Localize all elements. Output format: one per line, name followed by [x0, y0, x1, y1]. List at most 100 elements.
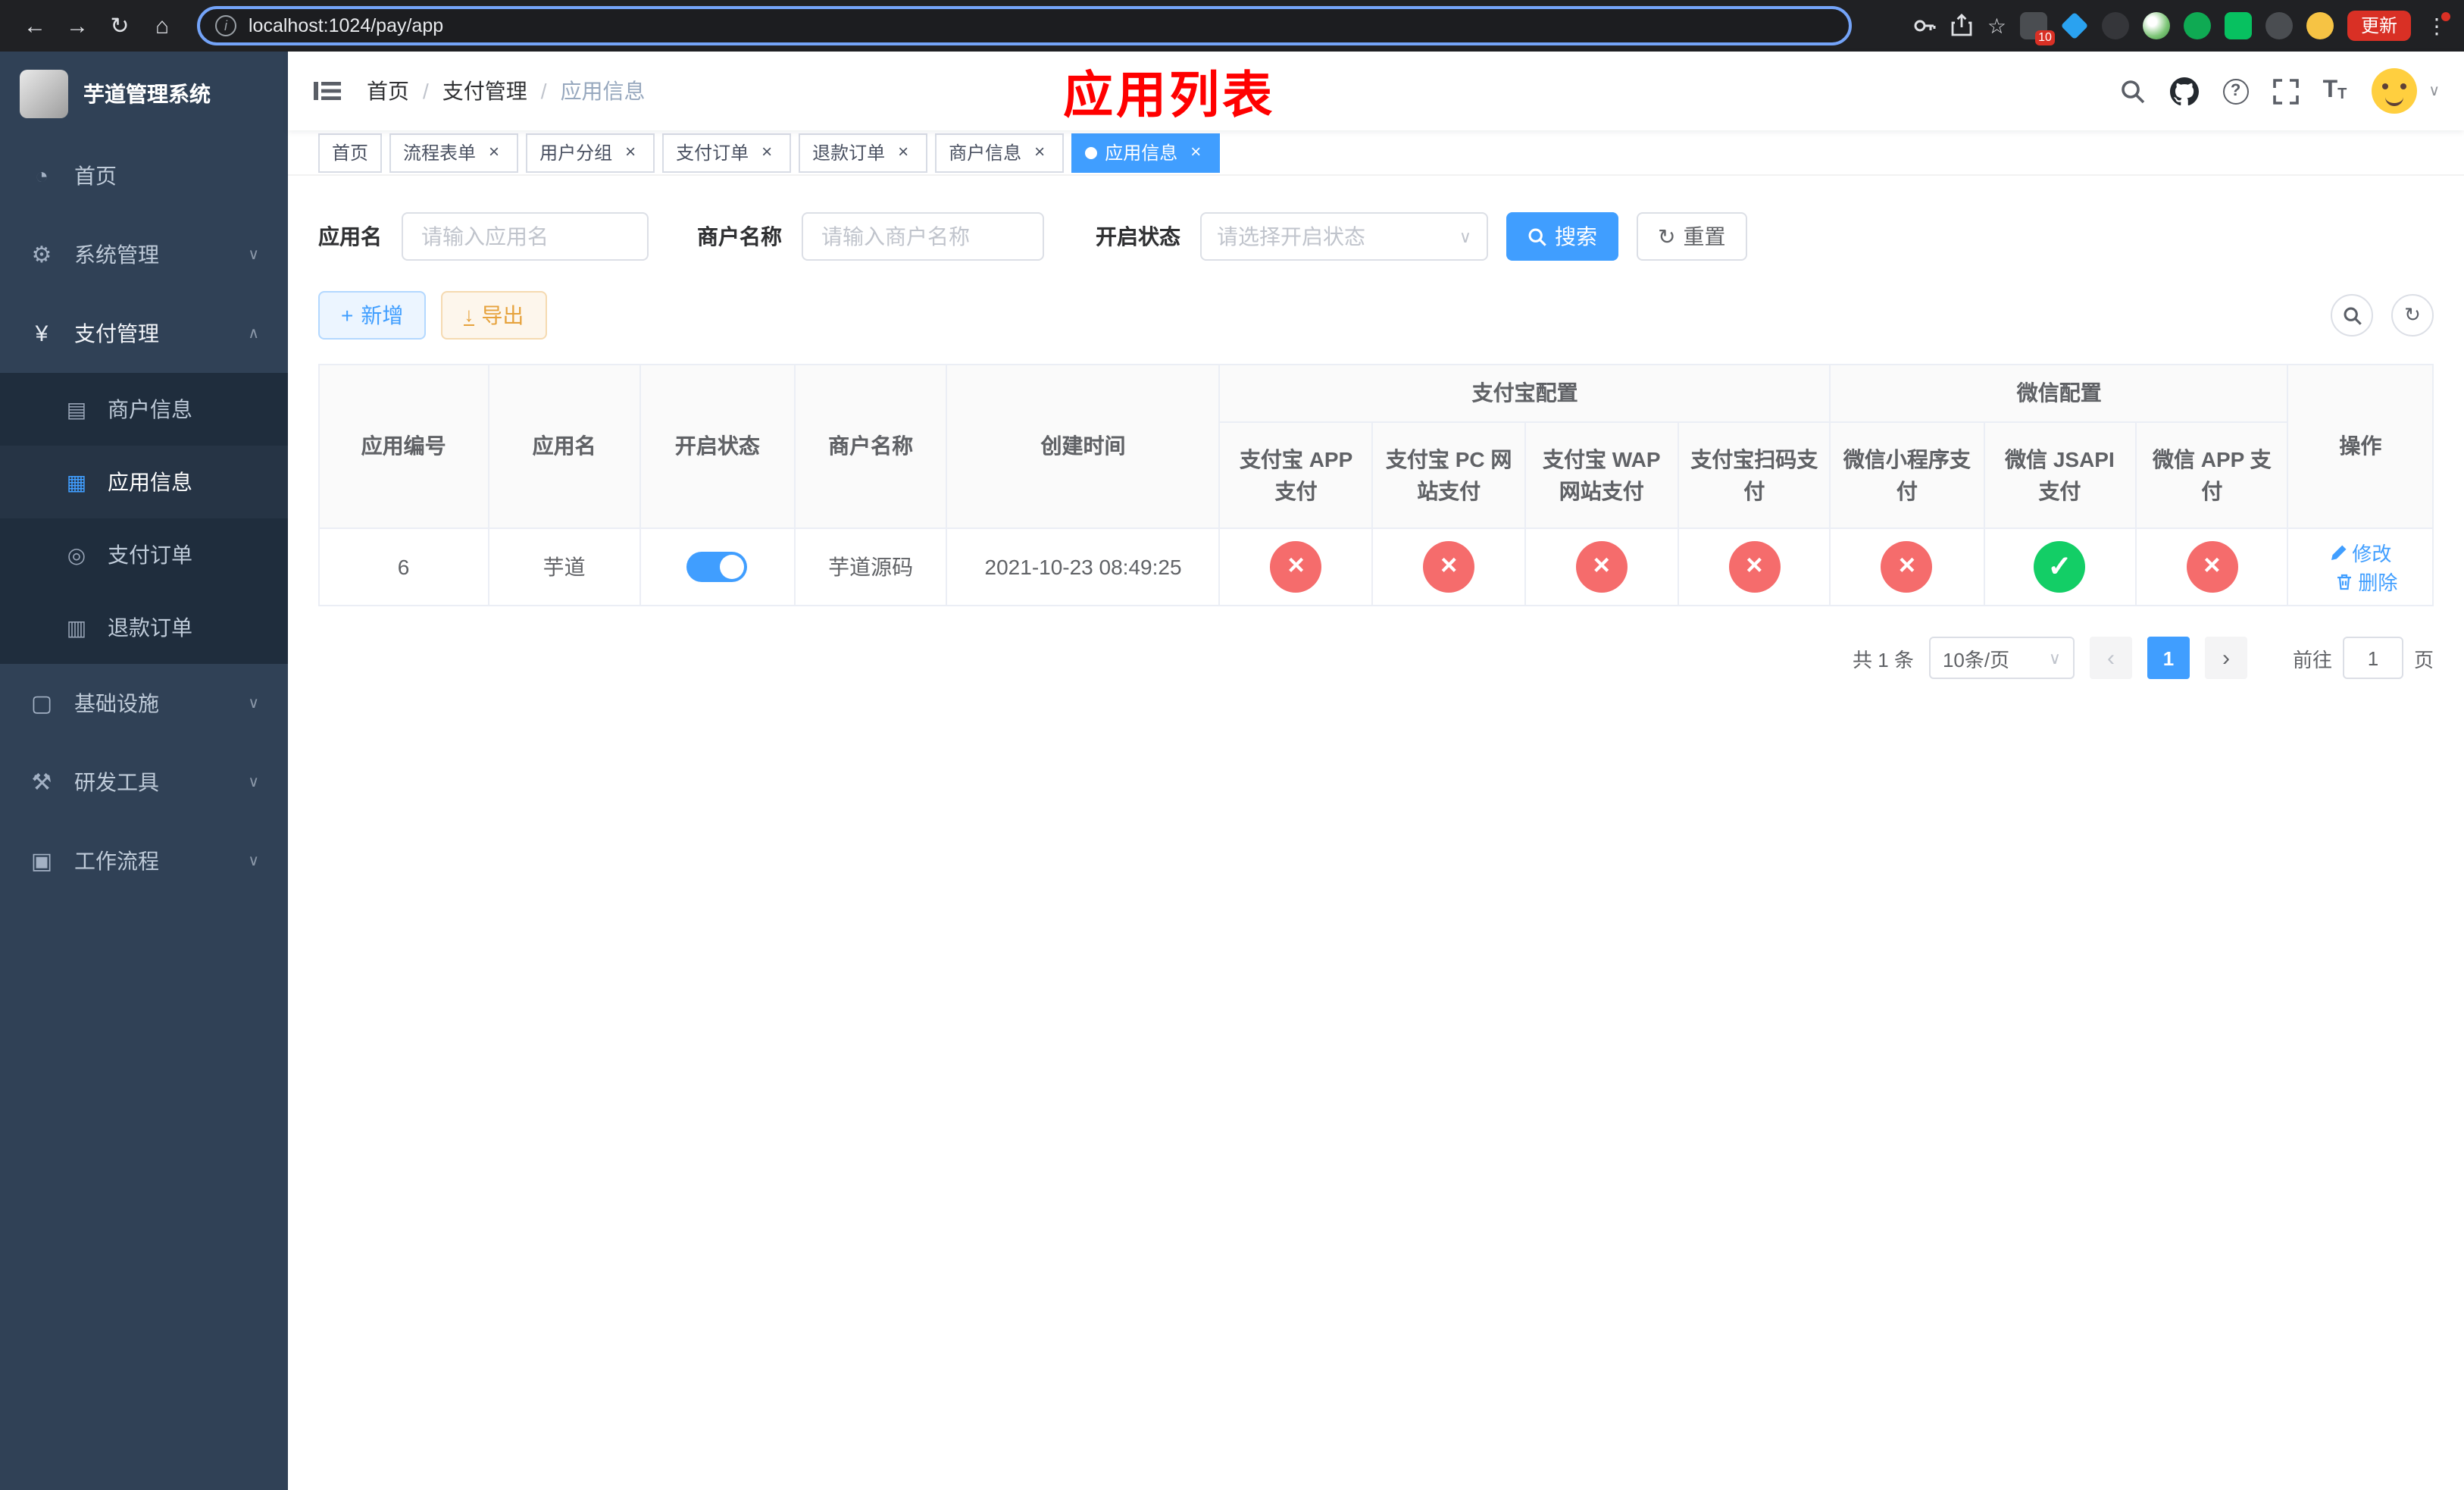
hamburger-icon[interactable]	[312, 76, 342, 106]
dashboard-icon: ◔	[34, 163, 49, 189]
page-jumper: 前往 页	[2293, 637, 2434, 679]
navbar-actions: ? TT ∨	[2120, 68, 2440, 114]
search-button[interactable]: 搜索	[1506, 212, 1618, 261]
tab-app-info[interactable]: 应用信息 ×	[1071, 133, 1221, 172]
tags-view: 首页 流程表单 × 用户分组 × 支付订单 × 退款订单 × 商户信息 × 应用…	[288, 130, 2464, 176]
prev-page-button[interactable]: ‹	[2089, 637, 2132, 679]
refresh-icon: ↻	[1658, 224, 1676, 249]
close-icon[interactable]: ×	[756, 141, 777, 163]
card-icon: ▤	[66, 396, 87, 421]
sidebar-item-refund-order[interactable]: ▥ 退款订单	[0, 591, 288, 664]
page-number-1[interactable]: 1	[2147, 637, 2190, 679]
github-icon[interactable]	[2169, 77, 2199, 105]
home-icon[interactable]: ⌂	[142, 6, 182, 45]
select-placeholder: 请选择开启状态	[1217, 224, 1365, 249]
sidebar-item-infrastructure[interactable]: ▢ 基础设施 ∨	[0, 664, 288, 743]
reload-icon[interactable]: ↻	[100, 6, 139, 45]
breadcrumb-payment[interactable]: 支付管理	[442, 76, 527, 106]
fullscreen-icon[interactable]	[2272, 78, 2299, 104]
site-info-icon[interactable]: i	[215, 15, 236, 36]
sidebar-item-app-info[interactable]: ▦ 应用信息	[0, 446, 288, 518]
edit-link[interactable]: 修改	[2329, 538, 2391, 567]
font-size-icon[interactable]: TT	[2323, 78, 2347, 103]
status-select[interactable]: 请选择开启状态 ∨	[1200, 212, 1488, 261]
tab-user-group[interactable]: 用户分组 ×	[526, 133, 655, 172]
extension-icon[interactable]	[2101, 12, 2129, 39]
extension-icon[interactable]	[2224, 12, 2252, 39]
tab-merchant-info[interactable]: 商户信息 ×	[935, 133, 1065, 172]
breadcrumb-home[interactable]: 首页	[367, 76, 409, 106]
close-icon[interactable]: ×	[620, 141, 641, 163]
extension-icon[interactable]	[2265, 12, 2293, 39]
merchant-name-label: 商户名称	[697, 224, 782, 249]
merchant-name-input[interactable]	[802, 212, 1044, 261]
sidebar-item-workflow[interactable]: ▣ 工作流程 ∨	[0, 822, 288, 900]
main-area: 首页 / 支付管理 / 应用信息 应用列表 ? TT ∨ 首页 流程表单 × 用…	[288, 52, 2464, 1490]
extension-icon[interactable]	[2183, 12, 2211, 39]
fail-icon	[1575, 541, 1628, 593]
close-icon[interactable]: ×	[1029, 141, 1050, 163]
export-button[interactable]: ↓ 导出	[441, 291, 547, 340]
tools-icon: ⚒	[31, 770, 52, 796]
chevron-down-icon[interactable]: ∨	[2428, 83, 2440, 99]
search-icon[interactable]	[2120, 78, 2146, 104]
screen: ← → ↻ ⌂ i localhost:1024/pay/app ☆ 10 更新…	[0, 0, 2464, 1490]
sidebar-item-devtools[interactable]: ⚒ 研发工具 ∨	[0, 743, 288, 822]
tab-refund-order[interactable]: 退款订单 ×	[799, 133, 928, 172]
status-toggle[interactable]	[686, 552, 748, 582]
status-label: 开启状态	[1096, 224, 1180, 249]
bookmark-star-icon[interactable]: ☆	[1987, 13, 2006, 39]
sidebar-item-home[interactable]: ◔ 首页	[0, 136, 288, 215]
key-icon[interactable]	[1913, 14, 1937, 38]
tab-pay-order[interactable]: 支付订单 ×	[662, 133, 792, 172]
extension-icon[interactable]: 10	[2019, 12, 2055, 45]
briefcase-icon: ▣	[30, 849, 53, 875]
sidebar-item-payment[interactable]: ¥ 支付管理 ∧	[0, 294, 288, 373]
goto-page-input[interactable]	[2342, 637, 2403, 679]
table-search-toggle-button[interactable]	[2331, 294, 2373, 337]
reset-button[interactable]: ↻ 重置	[1637, 212, 1747, 261]
app-name-input[interactable]	[402, 212, 649, 261]
page-content: 应用名 商户名称 开启状态 请选择开启状态 ∨ 搜索 ↻ 重	[288, 176, 2464, 1490]
tab-label: 流程表单	[403, 142, 477, 164]
close-icon[interactable]: ×	[1185, 141, 1206, 163]
goto-label: 前往	[2292, 648, 2332, 671]
user-avatar[interactable]	[2371, 68, 2417, 114]
browser-update-button[interactable]: 更新	[2347, 11, 2411, 41]
sidebar-item-pay-order[interactable]: ◎ 支付订单	[0, 518, 288, 591]
delete-link[interactable]: 删除	[2335, 567, 2397, 596]
col-alipay-qr: 支付宝扫码支付	[1677, 421, 1831, 529]
close-icon[interactable]: ×	[893, 141, 914, 163]
app-frame: 芋道管理系统 ◔ 首页 ⚙ 系统管理 ∨ ¥ 支付管理 ∧ ▤ 商户信息 ▦ 应…	[0, 52, 2464, 1490]
app-table: 应用编号 应用名 开启状态 商户名称 创建时间 支付宝配置 微信配置 操作 支付…	[318, 364, 2434, 606]
tab-home[interactable]: 首页	[318, 133, 383, 172]
sidebar-item-label: 支付管理	[74, 321, 159, 346]
extension-icon[interactable]	[2306, 12, 2334, 39]
sidebar-item-merchant-info[interactable]: ▤ 商户信息	[0, 373, 288, 446]
cell-created: 2021-10-23 08:49:25	[946, 527, 1221, 606]
next-page-button[interactable]: ›	[2204, 637, 2247, 679]
col-wx-jsapi: 微信 JSAPI 支付	[1982, 421, 2137, 529]
page-size-select[interactable]: 10条/页 ∨	[1928, 637, 2075, 679]
sidebar-item-label: 基础设施	[74, 691, 159, 715]
sidebar-item-system[interactable]: ⚙ 系统管理 ∨	[0, 215, 288, 294]
share-icon[interactable]	[1951, 14, 1974, 38]
back-icon[interactable]: ←	[15, 6, 55, 45]
forward-icon[interactable]: →	[58, 6, 97, 45]
gear-icon: ⚙	[31, 243, 52, 268]
extension-icon[interactable]	[2142, 12, 2170, 39]
extension-icon[interactable]	[2060, 11, 2089, 40]
browser-menu-icon[interactable]: ⋮	[2425, 11, 2450, 39]
chevron-down-icon: ∨	[248, 695, 259, 712]
help-icon[interactable]: ?	[2222, 78, 2249, 104]
app-name-label: 应用名	[318, 224, 382, 249]
table-refresh-button[interactable]: ↻	[2391, 294, 2434, 337]
col-actions: 操作	[2287, 364, 2434, 529]
tab-process-form[interactable]: 流程表单 ×	[389, 133, 519, 172]
add-button[interactable]: + 新增	[318, 291, 427, 340]
cell-wx-app	[2134, 527, 2289, 606]
sidebar-item-label: 应用信息	[108, 470, 192, 494]
address-bar[interactable]: i localhost:1024/pay/app	[197, 6, 1852, 45]
group-wechat-config: 微信配置	[1829, 364, 2289, 423]
close-icon[interactable]: ×	[483, 141, 505, 163]
